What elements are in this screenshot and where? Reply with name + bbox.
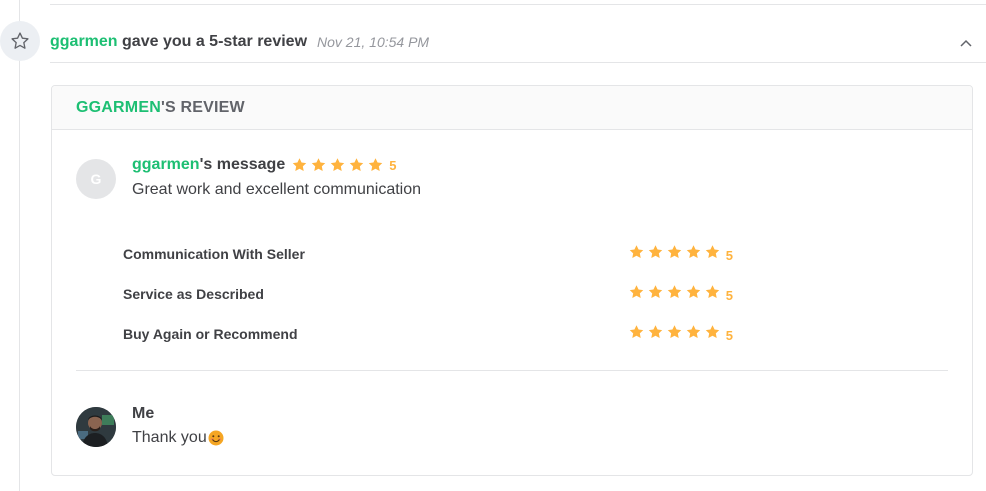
review-header-suffix: 'S REVIEW [160,98,245,116]
rating-row: Service as Described 5 [123,274,733,314]
rating-label: Service as Described [123,286,264,302]
divider [50,62,986,63]
rating-value: 5 [628,284,733,305]
star-icon [648,284,662,298]
seller-avatar[interactable] [76,407,116,447]
message-username[interactable]: ggarmen [132,156,200,174]
star-icon [629,324,643,338]
star-icon [368,158,383,171]
overall-rating-stars [291,157,386,173]
review-message-header: ggarmen's message 5 [132,156,396,174]
rating-score: 5 [725,327,733,343]
rating-breakdown: Communication With Seller 5 Service as D… [123,234,733,354]
reply-author: Me [132,405,155,422]
rating-value: 5 [628,244,733,265]
star-icon [667,244,681,258]
rating-stars [628,324,723,340]
buyer-avatar[interactable]: G [76,159,116,199]
star-icon [686,284,700,298]
star-icon [629,244,643,258]
review-header-username: GGARMEN [76,98,161,116]
star-icon [686,244,700,258]
smiling-face-icon [208,430,224,446]
star-icon [648,324,662,338]
star-icon [705,284,719,298]
event-action-text: gave you a 5-star review [117,33,308,50]
message-suffix: 's message [199,156,286,173]
rating-label: Buy Again or Recommend [123,326,298,342]
star-icon [686,324,700,338]
star-icon [629,284,643,298]
star-icon [648,244,662,258]
star-icon [667,284,681,298]
review-message-text: Great work and excellent communication [132,181,422,198]
event-timestamp: Nov 21, 10:54 PM [317,34,430,50]
rating-score: 5 [725,247,733,263]
event-title: ggarmen gave you a 5-star review [50,33,307,51]
review-event-row: ggarmen gave you a 5-star review Nov 21,… [50,31,986,53]
star-icon [292,158,307,171]
rating-stars [628,244,723,260]
star-icon [330,158,345,171]
star-outline-icon [0,21,40,61]
rating-row: Communication With Seller 5 [123,234,733,274]
overall-rating-score: 5 [389,157,397,173]
star-icon [667,324,681,338]
rating-value: 5 [628,324,733,345]
star-icon [705,244,719,258]
rating-label: Communication With Seller [123,246,305,262]
star-icon [705,324,719,338]
review-card-header: GGARMEN 'S REVIEW [52,86,972,130]
rating-stars [628,284,723,300]
reply-text: Thank you [132,429,207,446]
rating-row: Buy Again or Recommend 5 [123,314,733,354]
divider [50,4,986,5]
reply-message: Thank you [132,429,224,447]
star-icon [311,158,326,171]
chevron-up-icon[interactable] [958,35,974,51]
timeline-line [19,0,20,491]
review-card: GGARMEN 'S REVIEW G ggarmen's message 5 G… [51,85,973,476]
star-icon [349,158,364,171]
event-username[interactable]: ggarmen [50,33,118,50]
divider [76,370,948,371]
rating-score: 5 [725,287,733,303]
